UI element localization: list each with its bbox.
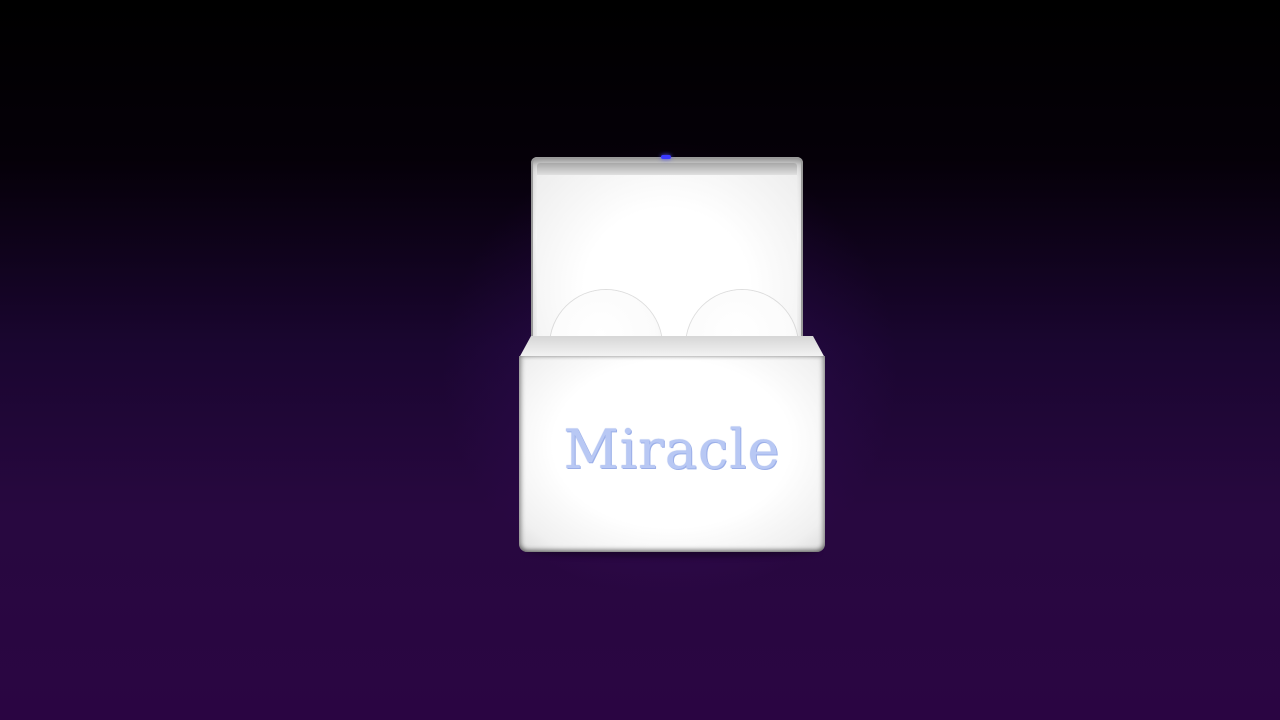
brand-label: Miracle (563, 418, 781, 481)
box-clasp-light (661, 155, 671, 159)
gift-box-rim (519, 336, 825, 358)
gift-box-front: Miracle (519, 356, 825, 552)
gift-box: Miracle (519, 336, 825, 552)
box-lid-top-edge (537, 163, 797, 175)
scene: Miracle (0, 0, 1280, 720)
